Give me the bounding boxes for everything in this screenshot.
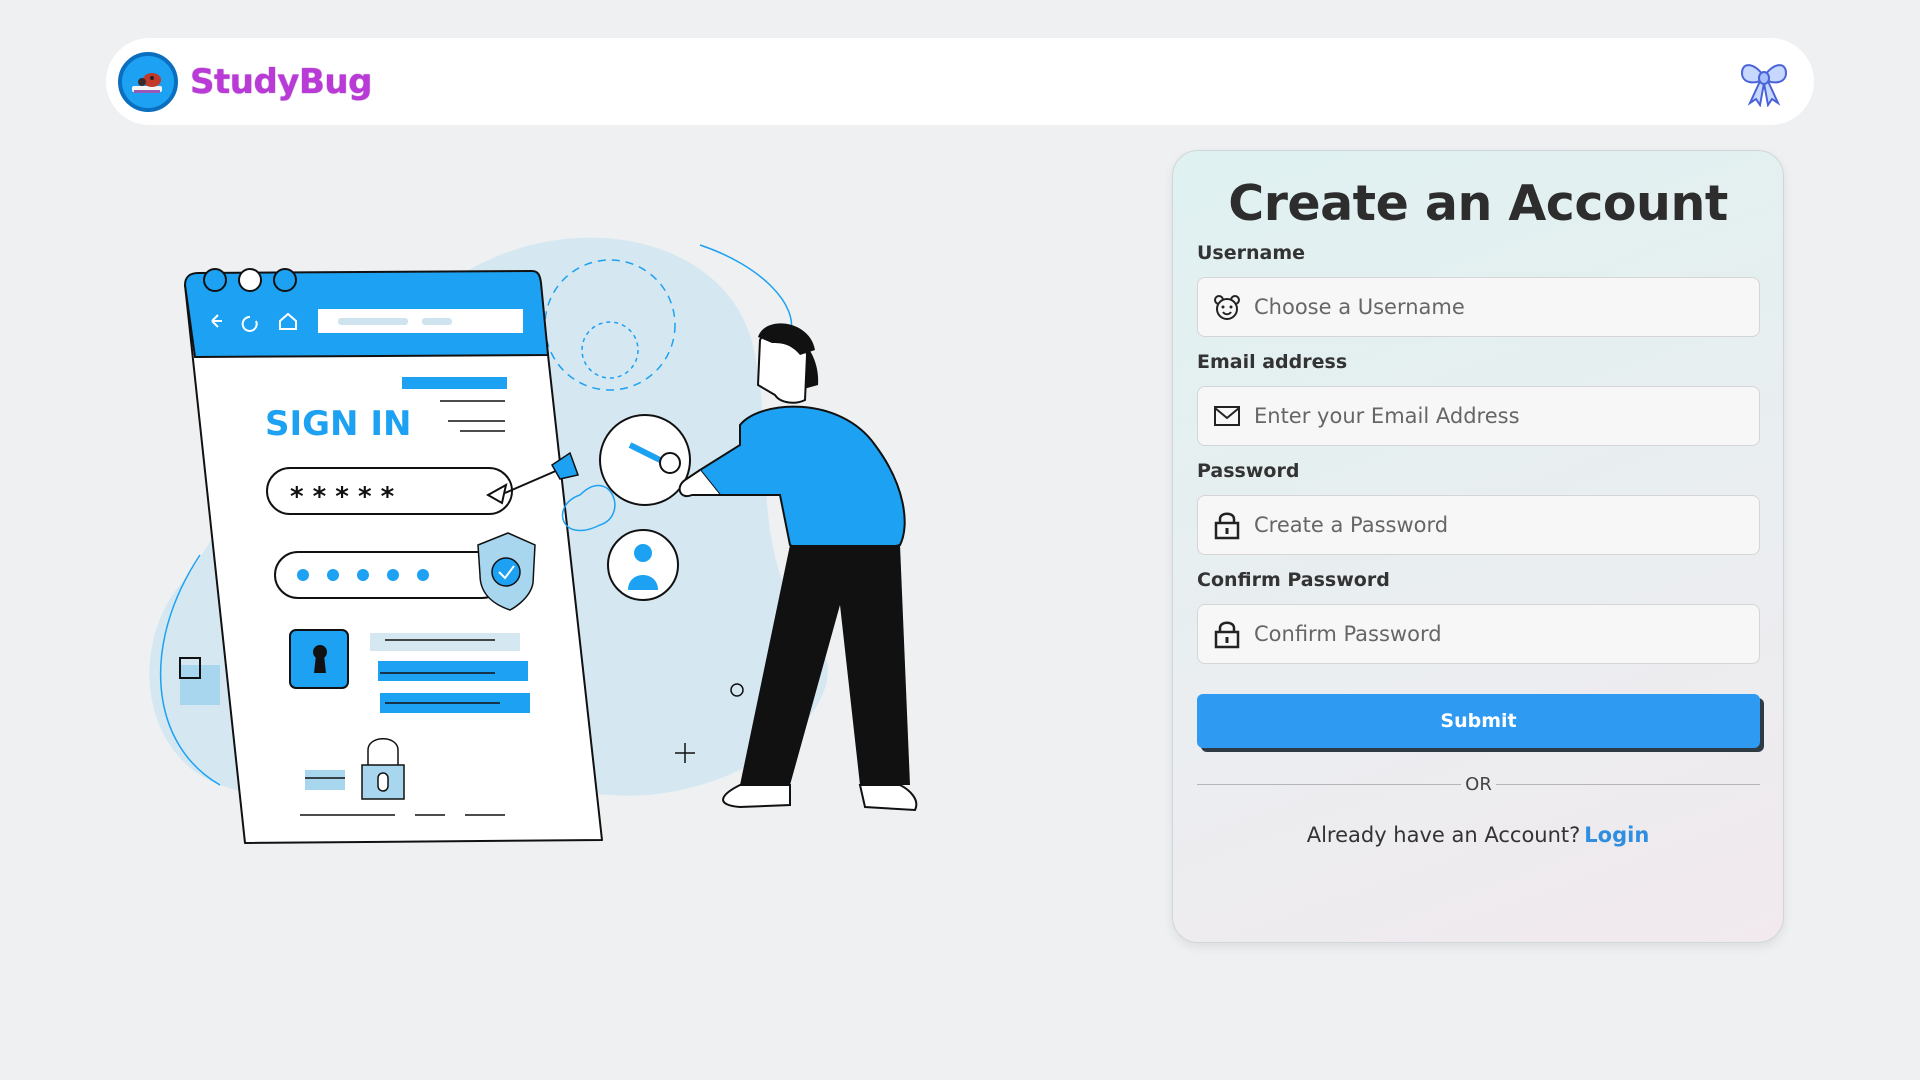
confirm-password-input[interactable] [1254, 622, 1724, 646]
illustration-password-mask: * * * * * [290, 482, 395, 512]
username-field[interactable] [1197, 277, 1760, 337]
confirm-password-field[interactable] [1197, 604, 1760, 664]
lock-icon [1212, 510, 1242, 540]
username-label: Username [1197, 242, 1306, 264]
submit-button[interactable]: Submit [1197, 694, 1760, 748]
bow-icon[interactable] [1736, 54, 1792, 110]
bear-icon [1212, 292, 1242, 322]
login-prompt-text: Already have an Account? [1306, 823, 1581, 847]
password-field[interactable] [1197, 495, 1760, 555]
or-text: OR [1465, 774, 1492, 795]
lock-icon [1212, 619, 1242, 649]
divider-line-left [1197, 784, 1462, 785]
signin-illustration: SIGN IN * * * * * [140, 225, 960, 865]
create-account-card: Create an Account Username Email address… [1172, 150, 1784, 943]
username-input[interactable] [1254, 295, 1724, 319]
password-input[interactable] [1254, 513, 1724, 537]
or-divider: OR [1197, 774, 1760, 795]
email-field[interactable] [1197, 386, 1760, 446]
logo-icon[interactable] [118, 51, 178, 112]
form-title: Create an Account [1228, 175, 1728, 232]
confirm-password-label: Confirm Password [1197, 569, 1390, 591]
envelope-icon [1212, 401, 1242, 431]
email-label: Email address [1197, 351, 1348, 373]
divider-line-right [1495, 784, 1760, 785]
brand-name[interactable]: StudyBug [190, 62, 372, 102]
login-prompt-row: Already have an Account? Login [1199, 823, 1757, 847]
login-link[interactable]: Login [1584, 823, 1649, 847]
navbar: StudyBug [106, 38, 1814, 125]
email-input[interactable] [1254, 404, 1724, 428]
password-label: Password [1197, 460, 1300, 482]
illustration-signin-heading: SIGN IN [265, 404, 411, 444]
